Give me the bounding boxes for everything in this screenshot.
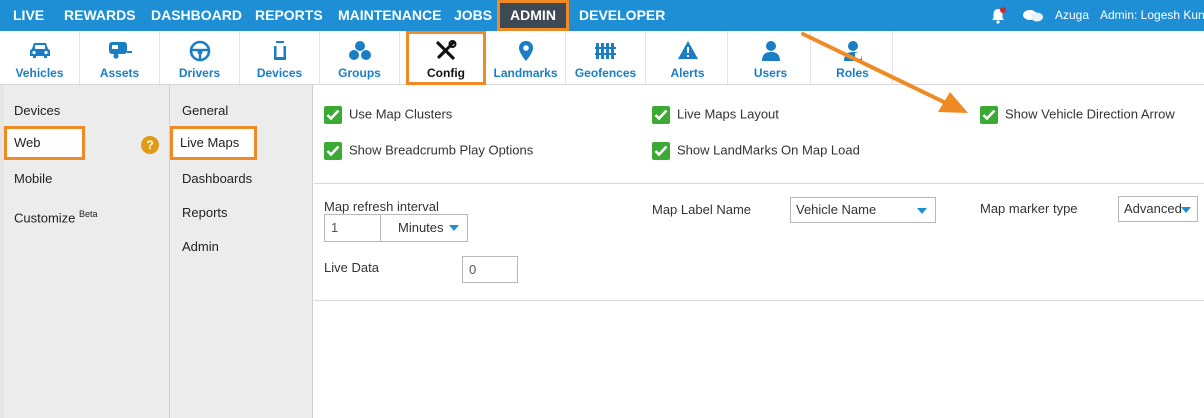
toolbar-label: Groups [338,66,381,80]
checkbox-label: Show Breadcrumb Play Options [349,142,534,158]
toolbar-drivers[interactable]: Drivers [160,31,240,85]
menu-admin[interactable]: Admin [182,230,219,264]
live-maps-settings: Use Map Clusters Live Maps Layout Show V… [314,85,1204,418]
toolbar-label: Geofences [574,66,637,80]
nav-reports[interactable]: REPORTS [255,0,323,31]
help-icon[interactable]: ? [141,136,159,154]
toolbar-label: Roles [836,66,869,80]
toolbar-assets[interactable]: Assets [80,31,160,85]
refresh-interval-input[interactable]: 1 [324,214,381,242]
map-marker-type-select[interactable]: Advanced [1118,196,1198,222]
menu-reports[interactable]: Reports [182,196,228,230]
toolbar-label: Landmarks [493,66,558,80]
brand-label: Azuga [1055,8,1090,22]
toolbar-vehicles[interactable]: Vehicles [0,31,80,85]
chevron-down-icon [449,225,459,231]
checkbox-show-vehicle-direction-arrow[interactable]: Show Vehicle Direction Arrow [980,105,1175,125]
checkbox-checked-icon[interactable] [652,141,670,160]
checkbox-checked-icon[interactable] [324,105,342,124]
live-data-input[interactable]: 0 [462,256,518,283]
checkbox-show-breadcrumb-play-options[interactable]: Show Breadcrumb Play Options [324,141,533,161]
trailer-icon [80,40,159,62]
roles-icon [813,40,892,62]
checkbox-show-landmarks-on-map-load[interactable]: Show LandMarks On Map Load [652,141,860,161]
config-toolbar: Vehicles Assets Drivers Devices Groups C… [0,31,1204,85]
config-category-menu: Devices Web ? Mobile Customize Beta [0,85,170,418]
nav-dashboard[interactable]: DASHBOARD [151,0,242,31]
section-divider [314,300,1204,301]
map-marker-type-label: Map marker type [980,201,1078,216]
nav-live[interactable]: LIVE [13,0,44,31]
toolbar-roles[interactable]: Roles [813,31,893,85]
toolbar-label: Drivers [178,66,221,80]
checkbox-label: Show Vehicle Direction Arrow [1005,106,1175,122]
menu-mobile[interactable]: Mobile [14,162,52,196]
menu-customize[interactable]: Customize Beta [14,197,98,231]
toolbar-devices[interactable]: Devices [240,31,320,85]
alert-icon [648,40,727,62]
toolbar-config[interactable]: Config [406,31,486,85]
top-nav-bar: LIVE REWARDS DASHBOARD REPORTS MAINTENAN… [0,0,1204,31]
nav-rewards[interactable]: REWARDS [64,0,136,31]
refresh-interval-label: Map refresh interval [324,199,439,214]
checkbox-use-map-clusters[interactable]: Use Map Clusters [324,105,452,125]
groups-icon [320,40,399,62]
toolbar-label: Vehicles [15,66,64,80]
map-label-name-value: Vehicle Name [796,202,877,217]
steering-wheel-icon [160,40,239,62]
nav-maintenance[interactable]: MAINTENANCE [338,0,441,31]
nav-developer[interactable]: DEVELOPER [579,0,665,31]
chevron-down-icon [1181,207,1191,213]
toolbar-label: Assets [99,66,140,80]
checkbox-label: Live Maps Layout [677,106,779,122]
nav-jobs[interactable]: JOBS [454,0,492,31]
toolbar-label: Alerts [670,66,705,80]
tools-icon [409,40,483,62]
map-label-name-label: Map Label Name [652,202,751,217]
checkbox-label: Use Map Clusters [349,106,453,122]
user-menu[interactable]: Admin: Logesh Kun [1100,0,1204,31]
toolbar-label: Devices [256,66,303,80]
menu-live-maps[interactable]: Live Maps [170,126,257,160]
web-settings-menu: General Live Maps Dashboards Reports Adm… [170,85,313,418]
car-icon [0,40,79,62]
checkbox-label: Show LandMarks On Map Load [677,142,860,158]
toolbar-geofences[interactable]: Geofences [566,31,646,85]
refresh-unit-value: Minutes [398,220,444,235]
checkbox-checked-icon[interactable] [980,105,998,124]
menu-web[interactable]: Web [4,126,85,160]
checkbox-checked-icon[interactable] [652,105,670,124]
toolbar-users[interactable]: Users [731,31,811,85]
chevron-down-icon [917,208,927,214]
checkbox-live-maps-layout[interactable]: Live Maps Layout [652,105,779,125]
map-marker-type-value: Advanced [1124,201,1182,216]
toolbar-label: Users [753,66,788,80]
chat-icon[interactable] [1022,0,1044,31]
user-icon [731,40,810,62]
menu-dashboards[interactable]: Dashboards [182,162,252,196]
map-pin-icon [486,40,565,62]
bell-icon[interactable] [990,0,1006,31]
live-data-label: Live Data [324,260,379,275]
refresh-unit-select[interactable]: Minutes [380,214,468,242]
menu-customize-label: Customize [14,210,76,226]
toolbar-alerts[interactable]: Alerts [648,31,728,85]
device-icon [240,40,319,62]
menu-devices[interactable]: Devices [14,94,60,128]
section-divider [314,183,1204,184]
checkbox-checked-icon[interactable] [324,141,342,160]
toolbar-label: Config [427,66,465,80]
map-label-name-select[interactable]: Vehicle Name [790,197,936,223]
toolbar-landmarks[interactable]: Landmarks [486,31,566,85]
toolbar-groups[interactable]: Groups [320,31,400,85]
menu-general[interactable]: General [182,94,228,128]
fence-icon [566,40,645,62]
nav-admin[interactable]: ADMIN [497,0,569,31]
beta-badge: Beta [79,209,98,219]
